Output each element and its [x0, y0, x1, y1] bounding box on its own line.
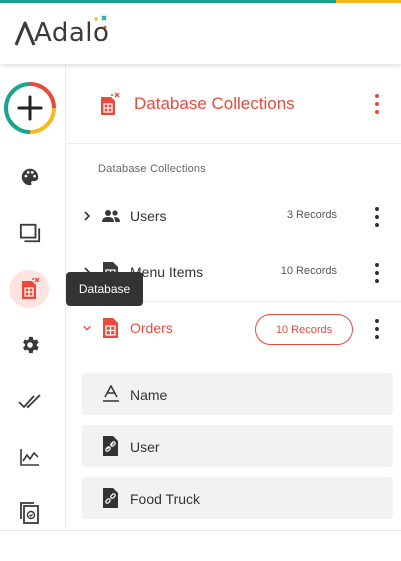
property-row-name[interactable]: Name	[82, 373, 393, 415]
palette-icon	[21, 168, 39, 186]
logo-sparkle-icon	[94, 15, 107, 29]
property-row-user[interactable]: User	[82, 425, 393, 467]
versions-icon	[20, 502, 39, 524]
collection-name: Users	[130, 208, 167, 224]
property-name: Name	[130, 387, 168, 403]
text-field-icon	[100, 383, 122, 405]
sidebar-item-settings[interactable]	[17, 332, 43, 358]
property-name: User	[130, 439, 160, 455]
collection-more-menu-button[interactable]	[374, 263, 380, 283]
users-icon	[100, 205, 122, 227]
relationship-icon	[100, 487, 122, 509]
relationship-icon	[100, 435, 122, 457]
collection-more-menu-button[interactable]	[374, 319, 380, 339]
plus-icon	[4, 82, 56, 134]
record-count[interactable]: 10 Records	[281, 265, 337, 277]
record-count[interactable]: 3 Records	[287, 209, 337, 221]
gear-icon	[23, 336, 39, 354]
sidebar-item-publish[interactable]	[17, 388, 43, 414]
bottom-divider	[0, 530, 401, 531]
page-title: Database Collections	[134, 94, 295, 113]
adalo-logo[interactable]: Adalo	[14, 15, 114, 49]
collection-icon	[100, 317, 122, 339]
adalo-logo-mark-icon	[14, 21, 36, 46]
section-label: Database Collections	[98, 163, 206, 175]
collection-name: Orders	[130, 320, 173, 336]
collection-row-users[interactable]: Users 3 Records	[66, 189, 401, 245]
analytics-icon	[20, 449, 39, 466]
property-name: Food Truck	[130, 491, 201, 507]
sidebar-item-screens[interactable]	[17, 220, 43, 246]
sidebar-tooltip: Database	[66, 272, 143, 306]
add-component-button[interactable]	[4, 82, 56, 134]
sidebar-item-versions[interactable]	[17, 500, 43, 526]
records-button[interactable]: 10 Records	[255, 314, 353, 345]
sidebar-item-branding[interactable]	[17, 164, 43, 190]
double-check-icon	[18, 394, 41, 409]
collection-more-menu-button[interactable]	[374, 207, 380, 227]
collection-row-orders[interactable]: Orders 10 Records	[66, 301, 401, 357]
screens-icon	[19, 223, 41, 243]
panel-header: Database Collections	[66, 64, 401, 144]
chevron-right-icon[interactable]	[82, 209, 92, 223]
property-row-food-truck[interactable]: Food Truck	[82, 477, 393, 519]
left-sidebar	[0, 64, 66, 530]
panel-more-menu-button[interactable]	[374, 94, 380, 114]
app-header: Adalo	[0, 3, 401, 64]
collection-title-icon	[98, 92, 122, 123]
chevron-down-icon[interactable]	[82, 321, 92, 335]
sidebar-item-analytics[interactable]	[17, 444, 43, 470]
database-icon	[22, 277, 40, 299]
sidebar-item-database[interactable]	[17, 276, 43, 302]
